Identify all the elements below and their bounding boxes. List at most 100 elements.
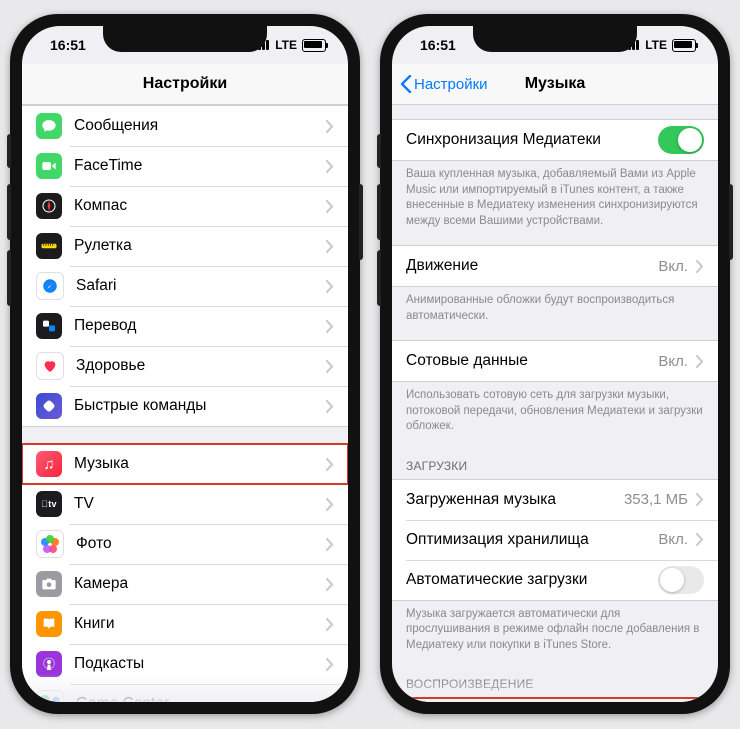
chevron-right-icon xyxy=(326,458,334,471)
row-equalizer[interactable]: Эквалайзер Выкл. xyxy=(392,698,718,702)
chevron-right-icon xyxy=(326,538,334,551)
network-label: LTE xyxy=(275,38,297,52)
row-gamecenter[interactable]: Game Center xyxy=(22,684,348,702)
facetime-icon xyxy=(36,153,62,179)
row-compass[interactable]: Компас xyxy=(22,186,348,226)
row-books[interactable]: Книги xyxy=(22,604,348,644)
translate-icon xyxy=(36,313,62,339)
auto-downloads-switch[interactable] xyxy=(658,566,704,594)
row-label: Рулетка xyxy=(74,237,326,255)
row-label: Safari xyxy=(76,277,326,295)
measure-icon xyxy=(36,233,62,259)
row-sync-library[interactable]: Синхронизация Медиатеки xyxy=(392,120,718,160)
row-label: Фото xyxy=(76,535,326,553)
row-photos[interactable]: Фото xyxy=(22,524,348,564)
camera-icon xyxy=(36,571,62,597)
row-label: Книги xyxy=(74,615,326,633)
row-label: TV xyxy=(74,495,326,513)
row-label: Компас xyxy=(74,197,326,215)
chevron-right-icon xyxy=(696,260,704,273)
chevron-right-icon xyxy=(326,658,334,671)
phone-music-settings: 16:51 LTE Настройки Музыка xyxy=(380,14,730,714)
chevron-right-icon xyxy=(696,355,704,368)
row-safari[interactable]: Safari xyxy=(22,266,348,306)
group-header: Загрузки xyxy=(392,451,718,479)
navbar: Настройки xyxy=(22,64,348,105)
compass-icon xyxy=(36,193,62,219)
navbar-title: Музыка xyxy=(525,75,586,93)
phone-settings-root: 16:51 LTE Настройки xyxy=(10,14,360,714)
row-label: Подкасты xyxy=(74,655,326,673)
row-label: Автоматические загрузки xyxy=(406,571,658,589)
chevron-right-icon xyxy=(326,578,334,591)
row-label: Перевод xyxy=(74,317,326,335)
row-label: Движение xyxy=(406,257,658,275)
chevron-right-icon xyxy=(326,120,334,133)
battery-icon xyxy=(302,39,326,52)
podcasts-icon xyxy=(36,651,62,677)
row-label: Синхронизация Медиатеки xyxy=(406,131,658,149)
row-label: Быстрые команды xyxy=(74,397,326,415)
row-value: Вкл. xyxy=(658,258,688,275)
status-time: 16:51 xyxy=(50,37,86,53)
books-icon xyxy=(36,611,62,637)
chevron-right-icon xyxy=(326,160,334,173)
back-button[interactable]: Настройки xyxy=(400,75,488,93)
group-footer: Использовать сотовую сеть для загрузки м… xyxy=(392,382,718,435)
row-label: Здоровье xyxy=(76,357,326,375)
row-messages[interactable]: Сообщения xyxy=(22,106,348,146)
group-footer: Ваша купленная музыка, добавляемый Вами … xyxy=(392,161,718,229)
chevron-right-icon xyxy=(326,618,334,631)
row-music[interactable]: ♫ Музыка xyxy=(22,444,348,484)
row-camera[interactable]: Камера xyxy=(22,564,348,604)
row-downloaded-music[interactable]: Загруженная музыка 353,1 МБ xyxy=(392,480,718,520)
notch xyxy=(473,26,637,52)
chevron-right-icon xyxy=(696,533,704,546)
row-value: 353,1 МБ xyxy=(624,491,688,508)
row-label: Сотовые данные xyxy=(406,352,658,370)
notch xyxy=(103,26,267,52)
row-translate[interactable]: Перевод xyxy=(22,306,348,346)
tv-icon: tv xyxy=(36,491,62,517)
row-auto-downloads[interactable]: Автоматические загрузки xyxy=(392,560,718,600)
row-optimize-storage[interactable]: Оптимизация хранилища Вкл. xyxy=(392,520,718,560)
group-footer: Музыка загружается автоматически для про… xyxy=(392,601,718,654)
messages-icon xyxy=(36,113,62,139)
status-time: 16:51 xyxy=(420,37,456,53)
photos-icon xyxy=(36,530,64,558)
row-measure[interactable]: Рулетка xyxy=(22,226,348,266)
row-tv[interactable]: tv TV xyxy=(22,484,348,524)
sync-library-switch[interactable] xyxy=(658,126,704,154)
chevron-right-icon xyxy=(696,493,704,506)
chevron-right-icon xyxy=(326,320,334,333)
row-label: Музыка xyxy=(74,455,326,473)
group-footer: Анимированные обложки будут воспроизводи… xyxy=(392,287,718,324)
row-health[interactable]: Здоровье xyxy=(22,346,348,386)
row-label: Загруженная музыка xyxy=(406,491,624,509)
row-podcasts[interactable]: Подкасты xyxy=(22,644,348,684)
row-label: Game Center xyxy=(76,695,326,702)
chevron-right-icon xyxy=(326,200,334,213)
row-label: FaceTime xyxy=(74,157,326,175)
battery-icon xyxy=(672,39,696,52)
music-icon: ♫ xyxy=(36,451,62,477)
health-icon xyxy=(36,352,64,380)
row-value: Вкл. xyxy=(658,531,688,548)
row-value: Вкл. xyxy=(658,353,688,370)
music-settings-list[interactable]: Синхронизация Медиатеки Ваша купленная м… xyxy=(392,105,718,702)
chevron-right-icon xyxy=(326,240,334,253)
gamecenter-icon xyxy=(36,690,64,702)
safari-icon xyxy=(36,272,64,300)
row-facetime[interactable]: FaceTime xyxy=(22,146,348,186)
row-label: Камера xyxy=(74,575,326,593)
settings-list[interactable]: Сообщения FaceTime xyxy=(22,105,348,702)
navbar: Настройки Музыка xyxy=(392,64,718,105)
row-label: Сообщения xyxy=(74,117,326,135)
chevron-right-icon xyxy=(326,360,334,373)
row-cellular[interactable]: Сотовые данные Вкл. xyxy=(392,341,718,381)
row-label: Оптимизация хранилища xyxy=(406,531,658,549)
row-motion[interactable]: Движение Вкл. xyxy=(392,246,718,286)
group-header: Воспроизведение xyxy=(392,669,718,697)
row-shortcuts[interactable]: Быстрые команды xyxy=(22,386,348,426)
chevron-right-icon xyxy=(326,698,334,703)
